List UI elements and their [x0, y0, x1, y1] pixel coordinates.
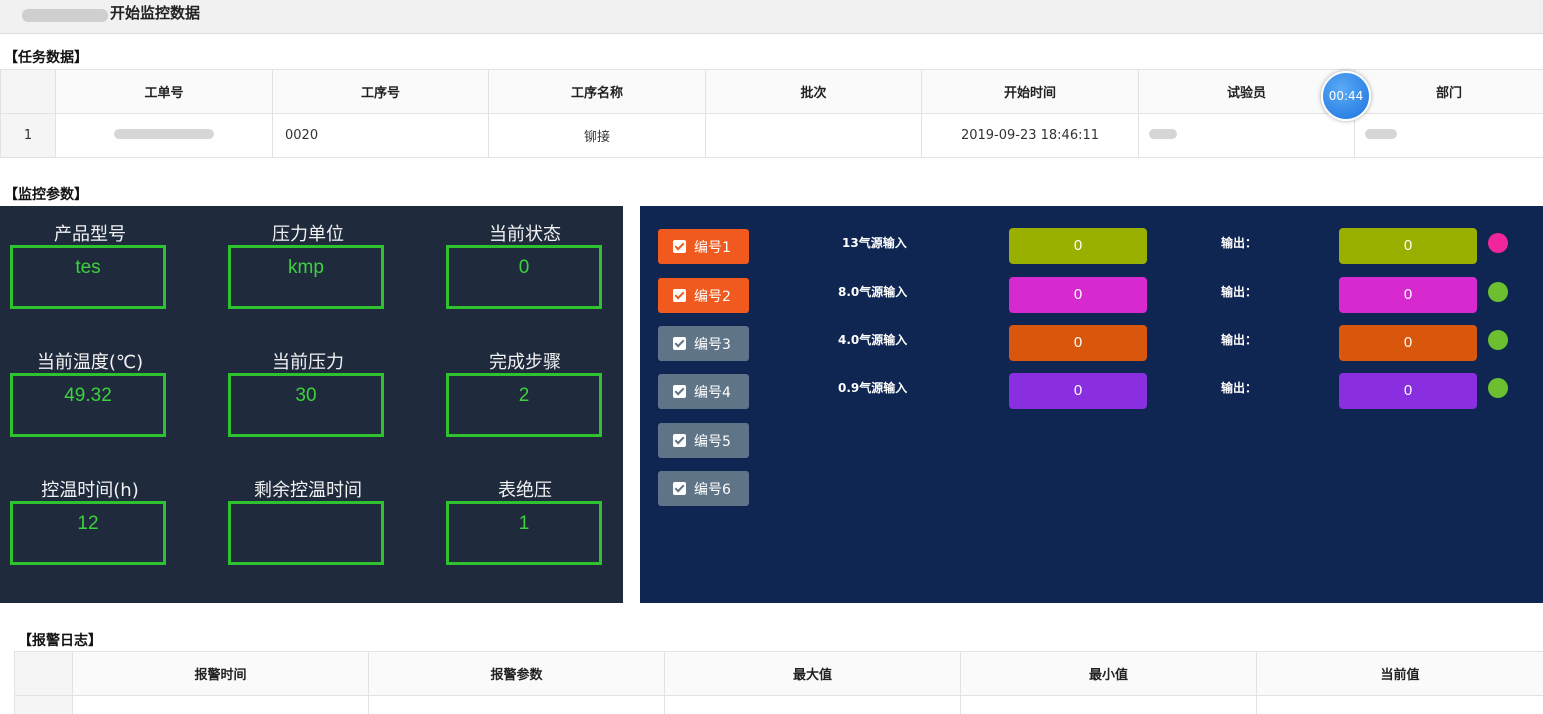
label-absolute-pressure: 表绝压	[498, 480, 552, 501]
label-pressure-unit: 压力单位	[272, 224, 344, 245]
channel-checkbox-3[interactable]: 编号3	[658, 326, 749, 361]
source-label-13: 13气源输入	[842, 236, 907, 250]
header-alarm-param[interactable]: 报警参数	[368, 651, 665, 696]
label-current-temperature: 当前温度(℃)	[36, 352, 144, 373]
cell-alarm-param	[368, 695, 665, 714]
output-label: 输出：	[1221, 285, 1258, 299]
channel-label: 编号2	[694, 288, 731, 305]
table-row[interactable]: 1 0020 铆接 2019-09-23 18:46:11	[0, 113, 1543, 158]
row-number: 1	[0, 113, 56, 158]
alarm-header-row: 报警时间 报警参数 最大值 最小值 当前值	[14, 651, 1543, 696]
header-process-no[interactable]: 工序号	[272, 69, 489, 114]
channel-checkbox-2[interactable]: 编号2	[658, 278, 749, 313]
cell-max-value	[664, 695, 961, 714]
checkbox-icon	[673, 289, 686, 302]
title-bar: 开始监控数据	[0, 0, 1543, 34]
blurred-value	[114, 129, 214, 139]
cell-process-no: 0020	[272, 113, 489, 158]
task-header-row: 工单号 工序号 工序名称 批次 开始时间 试验员 部门	[0, 69, 1543, 114]
cell-batch	[705, 113, 922, 158]
header-current-value[interactable]: 当前值	[1256, 651, 1543, 696]
channel-checkbox-4[interactable]: 编号4	[658, 374, 749, 409]
value-current-status: 0	[446, 245, 602, 309]
header-start-time[interactable]: 开始时间	[921, 69, 1139, 114]
alarm-table: 报警时间 报警参数 最大值 最小值 当前值	[14, 651, 1543, 714]
status-dot	[1488, 378, 1508, 398]
value-current-temperature: 49.32	[10, 373, 166, 437]
label-product-model: 产品型号	[54, 224, 126, 245]
value-remaining-time	[228, 501, 384, 565]
value-current-pressure: 30	[228, 373, 384, 437]
output-label: 输出：	[1221, 236, 1258, 250]
source-input-09: 0	[1009, 373, 1147, 409]
label-remaining-time: 剩余控温时间	[254, 480, 362, 501]
cell-current-value	[1256, 695, 1543, 714]
source-label-4: 4.0气源输入	[838, 333, 908, 347]
cell-alarm-time	[72, 695, 369, 714]
header-max-value[interactable]: 最大值	[664, 651, 961, 696]
cell-tester	[1138, 113, 1355, 158]
channel-checkbox-6[interactable]: 编号6	[658, 471, 749, 506]
status-dot	[1488, 330, 1508, 350]
task-section-label: 【任务数据】	[4, 50, 88, 66]
channel-label: 编号3	[694, 336, 731, 353]
source-output-4: 0	[1339, 325, 1477, 361]
timer-badge[interactable]: 00:44	[1321, 71, 1371, 121]
cell-min-value	[960, 695, 1257, 714]
header-min-value[interactable]: 最小值	[960, 651, 1257, 696]
status-dot	[1488, 233, 1508, 253]
source-input-4: 0	[1009, 325, 1147, 361]
monitor-section-label: 【监控参数】	[4, 187, 88, 203]
channel-label: 编号1	[694, 239, 731, 256]
label-temp-control-time: 控温时间(h)	[41, 480, 139, 501]
channel-label: 编号6	[694, 481, 731, 498]
row-number	[14, 695, 73, 714]
output-label: 输出：	[1221, 333, 1258, 347]
channel-label: 编号5	[694, 433, 731, 450]
cell-department	[1354, 113, 1543, 158]
source-input-8: 0	[1009, 277, 1147, 313]
source-output-13: 0	[1339, 228, 1477, 264]
source-input-13: 0	[1009, 228, 1147, 264]
blurred-value	[1149, 129, 1177, 139]
header-work-order[interactable]: 工单号	[55, 69, 273, 114]
blurred-prefix	[22, 9, 108, 22]
checkbox-icon	[673, 482, 686, 495]
channel-checkbox-1[interactable]: 编号1	[658, 229, 749, 264]
value-temp-control-time: 12	[10, 501, 166, 565]
value-completed-steps: 2	[446, 373, 602, 437]
cell-start-time: 2019-09-23 18:46:11	[921, 113, 1139, 158]
table-row[interactable]	[14, 695, 1543, 714]
page-title: 开始监控数据	[110, 4, 201, 22]
task-table: 工单号 工序号 工序名称 批次 开始时间 试验员 部门 1 0020 铆接 20…	[0, 69, 1543, 158]
status-dot	[1488, 282, 1508, 302]
header-batch[interactable]: 批次	[705, 69, 922, 114]
label-current-status: 当前状态	[489, 224, 561, 245]
blurred-value	[1365, 129, 1397, 139]
channel-checkbox-5[interactable]: 编号5	[658, 423, 749, 458]
value-pressure-unit: kmp	[228, 245, 384, 309]
value-product-model: tes	[10, 245, 166, 309]
header-alarm-time[interactable]: 报警时间	[72, 651, 369, 696]
checkbox-icon	[673, 385, 686, 398]
source-label-8: 8.0气源输入	[838, 285, 908, 299]
cell-process-name: 铆接	[488, 113, 706, 158]
header-department[interactable]: 部门	[1354, 69, 1543, 114]
label-completed-steps: 完成步骤	[489, 352, 561, 373]
checkbox-icon	[673, 434, 686, 447]
header-rownum	[14, 651, 73, 696]
value-absolute-pressure: 1	[446, 501, 602, 565]
checkbox-icon	[673, 337, 686, 350]
channel-label: 编号4	[694, 384, 731, 401]
checkbox-icon	[673, 240, 686, 253]
cell-work-order	[55, 113, 273, 158]
source-output-8: 0	[1339, 277, 1477, 313]
source-label-09: 0.9气源输入	[838, 381, 908, 395]
header-process-name[interactable]: 工序名称	[488, 69, 706, 114]
label-current-pressure: 当前压力	[272, 352, 344, 373]
output-label: 输出：	[1221, 381, 1258, 395]
header-rownum	[0, 69, 56, 114]
alarm-section-label: 【报警日志】	[18, 633, 102, 649]
source-output-09: 0	[1339, 373, 1477, 409]
